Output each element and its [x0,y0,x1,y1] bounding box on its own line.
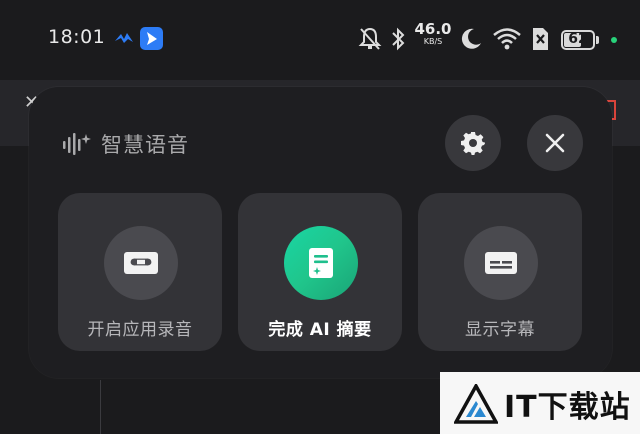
battery-icon: 62 [561,30,595,50]
status-time: 18:01 [48,26,106,48]
silent-bell-icon [358,27,382,50]
battery-level: 62 [568,31,588,47]
gear-icon [461,132,485,155]
network-speed-unit: KB/S [423,37,443,46]
app-arrow-icon [140,27,163,50]
close-button[interactable] [527,115,583,171]
moon-icon [461,28,481,49]
app-recording-tile[interactable]: 开启应用录音 [58,193,222,351]
bluetooth-icon [392,27,405,51]
subtitle-label: 显示字幕 [465,320,535,340]
app-recording-label: 开启应用录音 [87,320,193,340]
cassette-icon [124,252,158,274]
app-bird-icon [115,33,133,43]
watermark-text: IT下载站 [504,390,631,425]
smart-voice-panel: 智慧语音 开启应用录音 完成 AI 摘要 显示字幕 [29,87,612,378]
network-speed-value: 46.0 [414,20,452,38]
app-recording-icon-circle [104,226,178,300]
subtitle-tile[interactable]: 显示字幕 [418,193,582,351]
subtitle-icon [485,252,517,274]
watermark: IT下载站 [440,372,640,434]
status-bar: 18:01 46.0 KB/S 62 [0,0,640,78]
network-speed: 46.0 KB/S [414,22,452,46]
wifi-icon [493,28,521,50]
settings-button[interactable] [445,115,501,171]
sim-blocked-icon [533,28,548,50]
subtitle-icon-circle [464,226,538,300]
watermark-logo-icon [454,384,498,424]
battery-cap [596,36,599,44]
voice-wave-icon [63,133,91,155]
charging-indicator [611,37,617,43]
close-icon [545,133,565,153]
panel-title: 智慧语音 [101,133,189,157]
background-divider [100,380,101,434]
ai-summary-icon [309,248,333,278]
ai-summary-label: 完成 AI 摘要 [268,320,372,340]
ai-summary-tile[interactable]: 完成 AI 摘要 [238,193,402,351]
ai-summary-icon-circle [284,226,358,300]
